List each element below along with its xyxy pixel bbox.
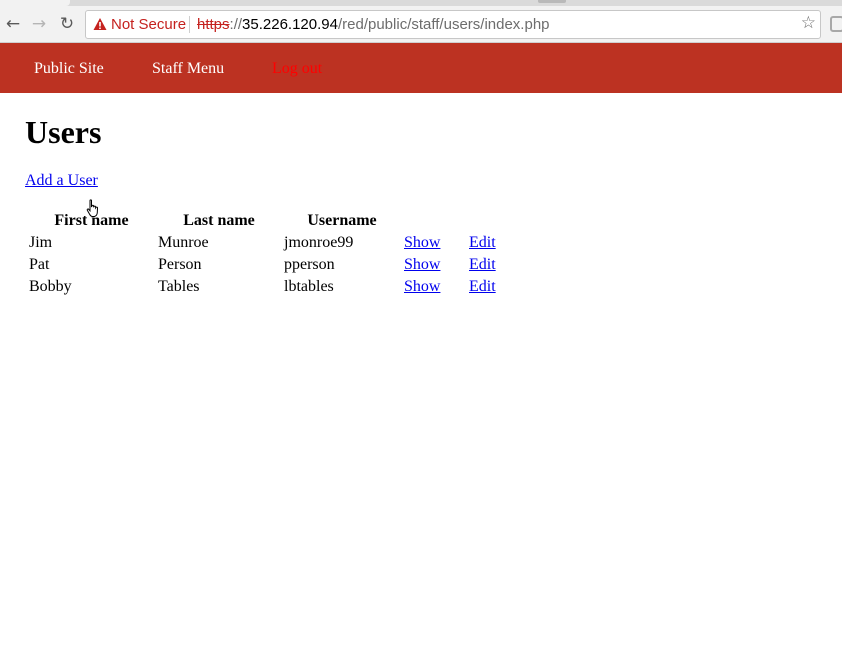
column-header-last-name: Last name	[183, 212, 255, 229]
column-header-username: Username	[307, 212, 377, 229]
nav-link-log-out[interactable]: Log out	[272, 60, 322, 78]
url-host: 35.226.120.94	[242, 16, 338, 33]
show-link[interactable]: Show	[404, 256, 440, 273]
reload-icon[interactable]: ↻	[56, 13, 78, 35]
show-cell: Show	[403, 255, 466, 275]
address-bar[interactable]: Not Secure https://35.226.120.94/red/pub…	[85, 10, 821, 39]
edit-link[interactable]: Edit	[469, 278, 496, 295]
first-name-cell: Bobby	[29, 278, 72, 295]
url-path: /red/public/staff/users/index.php	[337, 16, 550, 33]
users-table: First name Last name Username Jim Munroe…	[26, 209, 510, 299]
first-name-cell: Jim	[29, 234, 53, 251]
add-user-link[interactable]: Add a User	[25, 172, 98, 190]
bookmark-star-icon[interactable]: ☆	[801, 13, 816, 33]
hand-pointer-cursor-icon	[86, 199, 98, 217]
nav-link-public-site[interactable]: Public Site	[34, 60, 104, 78]
username-cell: lbtables	[284, 278, 334, 295]
last-name-cell: Munroe	[158, 234, 209, 251]
username-cell: pperson	[284, 256, 335, 273]
edit-cell: Edit	[468, 255, 508, 275]
url-separator: ://	[229, 16, 243, 33]
last-name-cell: Tables	[158, 278, 200, 295]
first-name-cell: Pat	[29, 256, 50, 273]
edit-link[interactable]: Edit	[469, 256, 496, 273]
address-separator	[189, 16, 190, 33]
page-title: Users	[25, 114, 102, 150]
warning-icon	[93, 18, 107, 30]
edit-cell: Edit	[468, 233, 508, 253]
last-name-cell: Person	[158, 256, 202, 273]
show-link[interactable]: Show	[404, 234, 440, 251]
browser-toolbar: ← → ↻ Not Secure https://35.226.120.94/r…	[0, 6, 842, 43]
show-link[interactable]: Show	[404, 278, 440, 295]
table-row: Jim Munroe jmonroe99 Show Edit	[28, 233, 508, 253]
show-cell: Show	[403, 277, 466, 297]
url-text[interactable]: https://35.226.120.94/red/public/staff/u…	[197, 16, 550, 33]
security-status-label[interactable]: Not Secure	[111, 16, 186, 33]
column-header-show	[403, 211, 466, 231]
nav-link-staff-menu[interactable]: Staff Menu	[152, 60, 224, 78]
show-cell: Show	[403, 233, 466, 253]
edit-link[interactable]: Edit	[469, 234, 496, 251]
extension-icon[interactable]	[830, 16, 842, 32]
site-header-nav: Public Site Staff Menu Log out	[0, 43, 842, 93]
edit-cell: Edit	[468, 277, 508, 297]
table-row: Bobby Tables lbtables Show Edit	[28, 277, 508, 297]
table-row: Pat Person pperson Show Edit	[28, 255, 508, 275]
back-icon[interactable]: ←	[2, 13, 24, 35]
background-tab[interactable]	[538, 0, 566, 3]
column-header-edit	[468, 211, 508, 231]
username-cell: jmonroe99	[284, 234, 354, 251]
url-scheme: https	[197, 16, 230, 33]
forward-icon[interactable]: →	[28, 13, 50, 35]
